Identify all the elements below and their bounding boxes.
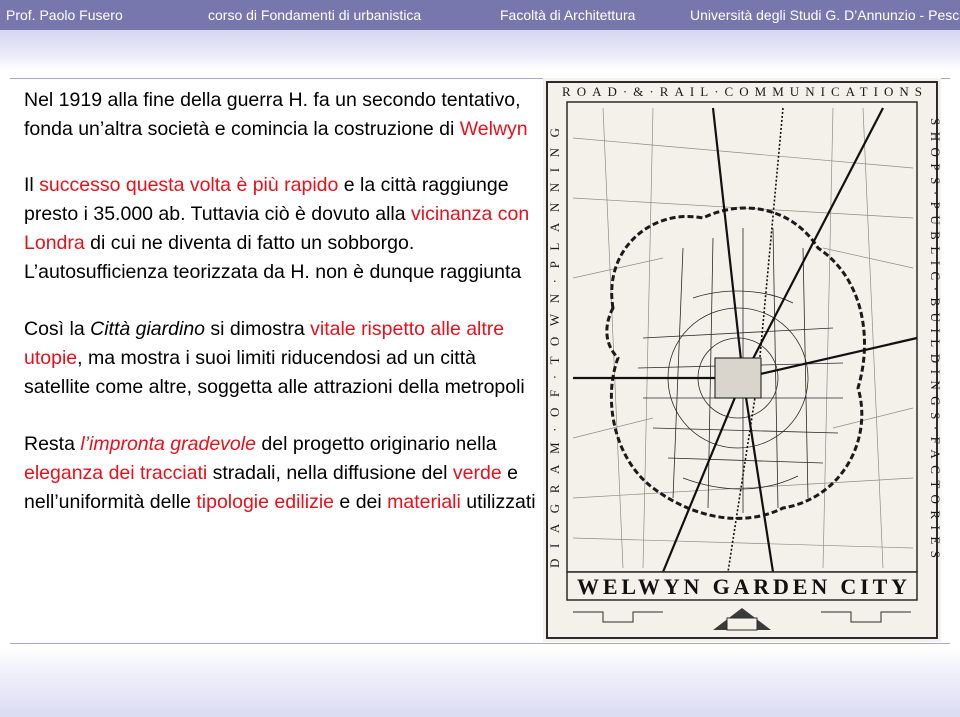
text-segment: Resta	[24, 433, 81, 455]
header-gradient-band	[0, 30, 960, 70]
text-segment: Welwyn	[459, 118, 528, 140]
text-segment: si dimostra	[205, 318, 311, 340]
header-course: corso di Fondamenti di urbanistica	[208, 7, 422, 23]
text-segment: verde	[452, 462, 502, 484]
text-segment: del progetto originario nella	[255, 433, 497, 455]
slide-text: Nel 1919 alla fine della guerra H. fa un…	[24, 86, 544, 517]
text-segment: e dei	[334, 491, 388, 513]
text-segment: tipologie edilizie	[196, 491, 335, 513]
text-segment: Nel 1919 alla fine della guerra H. fa un…	[24, 89, 521, 140]
header-bar: Prof. Paolo Fusero corso di Fondamenti d…	[0, 0, 960, 30]
footer-gradient-band	[0, 648, 960, 717]
paragraph-p2: Il successo questa volta è più rapido e …	[24, 171, 544, 287]
paragraph-p3: Così la Città giardino si dimostra vital…	[24, 315, 544, 402]
text-segment: successo questa volta è più rapido	[39, 174, 339, 196]
text-segment: materiali	[387, 491, 461, 513]
header-faculty: Facoltà di Architettura	[500, 7, 636, 23]
text-segment: Città giardino	[90, 318, 206, 340]
text-segment: stradali, nella diffusione del	[207, 462, 453, 484]
text-segment: Così la	[24, 318, 91, 340]
map-town-centre	[714, 357, 762, 399]
paragraph-p1: Nel 1919 alla fine della guerra H. fa un…	[24, 86, 544, 144]
text-segment: Il	[24, 174, 40, 196]
text-segment: l’impronta gradevole	[80, 433, 256, 455]
text-segment: , ma mostra i suoi limiti riducendosi ad…	[24, 347, 525, 398]
text-segment: utilizzati	[460, 491, 536, 513]
text-segment: di cui ne diventa di fatto un sobborgo. …	[24, 232, 522, 283]
header-university: Università degli Studi G. D’Annunzio - P…	[690, 7, 960, 23]
welwyn-garden-city-map: ROAD·&·RAIL·COMMUNICATIONS SHOPS·PUBLIC·…	[543, 78, 941, 642]
paragraph-p4: Resta l’impronta gradevole del progetto …	[24, 430, 544, 517]
text-segment: eleganza dei tracciati	[24, 462, 208, 484]
header-author: Prof. Paolo Fusero	[6, 7, 123, 23]
